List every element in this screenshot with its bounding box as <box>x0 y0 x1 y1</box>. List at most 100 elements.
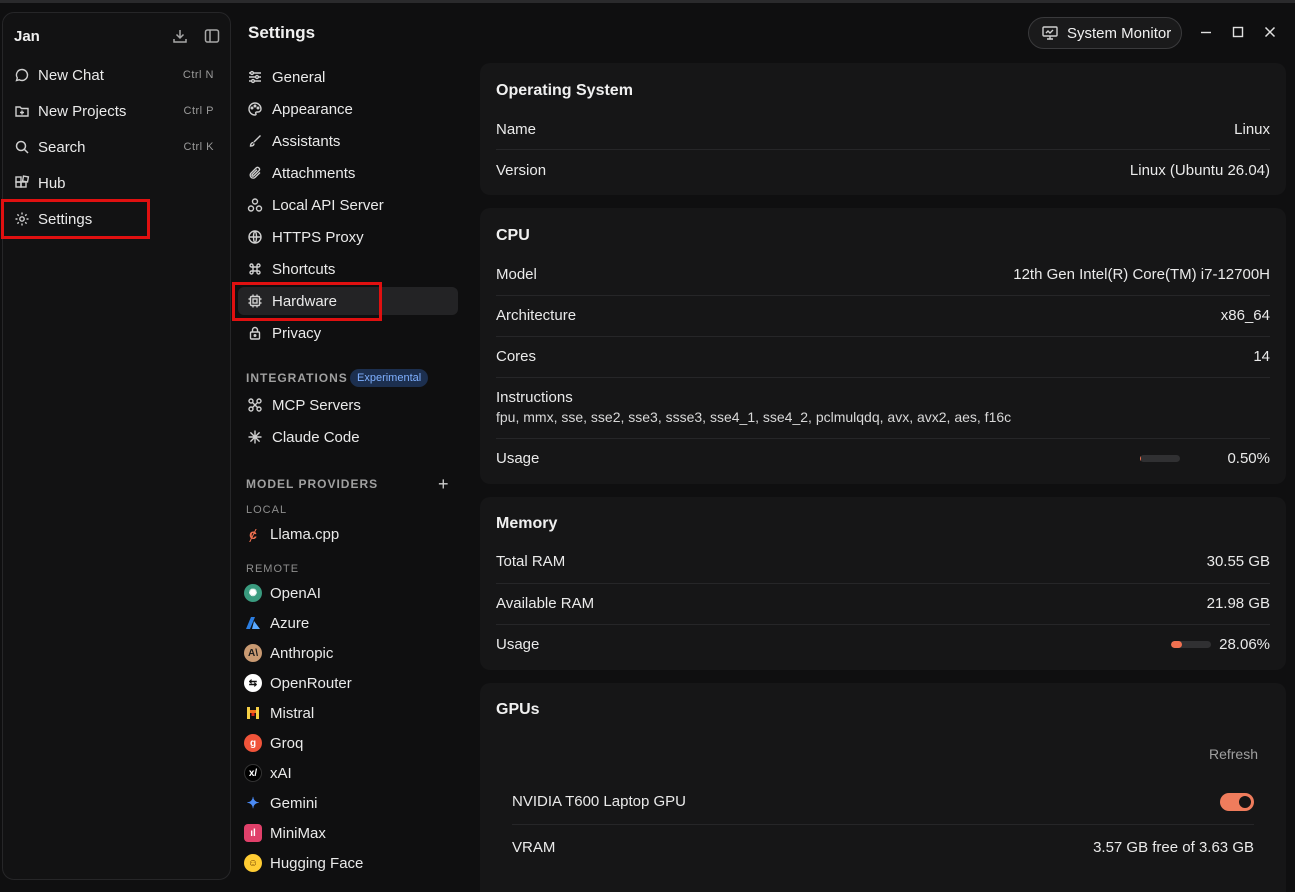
row-value: Linux (Ubuntu 26.04) <box>1129 162 1270 179</box>
cpu-usage-row: Usage 0.50% <box>496 439 1270 480</box>
sidebar-item-new-chat[interactable]: New Chat Ctrl N <box>3 58 232 92</box>
settings-nav-https-proxy[interactable]: HTTPS Proxy <box>238 223 458 251</box>
settings-nav-label: Hardware <box>272 292 338 310</box>
search-icon <box>14 139 30 155</box>
sidebar-item-settings[interactable]: Settings <box>3 202 232 236</box>
instructions-list: fpu, mmx, sse, sse2, sse3, ssse3, sse4_1… <box>496 409 1012 425</box>
provider-label: Gemini <box>270 794 318 812</box>
settings-title: Settings <box>248 23 316 42</box>
sidebar-item-search[interactable]: Search Ctrl K <box>3 130 232 164</box>
sidebar-item-hub[interactable]: Hub <box>3 166 232 200</box>
remote-heading: REMOTE <box>246 563 300 575</box>
huggingface-icon: ☺ <box>244 854 262 872</box>
cpu-model-row: Model 12th Gen Intel(R) Core(TM) i7-1270… <box>496 256 1270 296</box>
app-name: Jan <box>14 28 40 45</box>
provider-gemini[interactable]: ✦ Gemini <box>244 791 318 815</box>
settings-nav-privacy[interactable]: Privacy <box>238 319 458 347</box>
refresh-button[interactable]: Refresh <box>1209 746 1258 762</box>
model-providers-heading: MODEL PROVIDERS <box>246 477 379 491</box>
settings-nav-label: HTTPS Proxy <box>272 228 364 246</box>
openrouter-icon: ⇆ <box>244 674 262 692</box>
provider-groq[interactable]: g Groq <box>244 731 303 755</box>
provider-huggingface[interactable]: ☺ Hugging Face <box>244 851 363 875</box>
settings-nav-hardware[interactable]: Hardware <box>238 287 458 315</box>
provider-llamacpp[interactable]: ȼ Llama.cpp <box>244 522 339 546</box>
cpu-usage-bar <box>1140 455 1180 462</box>
groq-icon: g <box>244 734 262 752</box>
row-label: Available RAM <box>496 595 595 612</box>
gpu-enable-toggle[interactable] <box>1220 793 1254 811</box>
left-sidebar: Jan New Chat Ctrl N New Projects Ctrl P … <box>2 12 231 880</box>
xai-icon: x/ <box>244 764 262 782</box>
row-value: 3.57 GB free of 3.63 GB <box>1093 839 1254 856</box>
row-label: Usage <box>496 450 540 467</box>
provider-xai[interactable]: x/ xAI <box>244 761 292 785</box>
memory-usage-fill <box>1171 641 1183 648</box>
maximize-icon[interactable] <box>1230 24 1246 40</box>
card-title: GPUs <box>496 701 540 718</box>
settings-nav-label: Claude Code <box>272 428 360 446</box>
system-monitor-button[interactable]: System Monitor <box>1028 17 1182 49</box>
os-name-row: Name Linux <box>496 111 1270 150</box>
row-value: 30.55 GB <box>1206 553 1270 570</box>
window-top-edge <box>0 0 1295 3</box>
memory-usage-bar <box>1171 641 1211 648</box>
card-title: CPU <box>496 227 530 244</box>
memory-total-row: Total RAM 30.55 GB <box>496 543 1270 584</box>
chat-bubble-icon <box>14 67 30 83</box>
settings-nav-claude-code[interactable]: Claude Code <box>238 423 458 451</box>
folder-plus-icon <box>14 103 30 119</box>
settings-nav-local-api-server[interactable]: Local API Server <box>238 191 458 219</box>
settings-nav-mcp-servers[interactable]: MCP Servers <box>238 391 458 419</box>
close-icon[interactable] <box>1262 24 1278 40</box>
provider-minimax[interactable]: ıl MiniMax <box>244 821 326 845</box>
sidebar-item-label: New Chat <box>38 66 104 84</box>
anthropic-icon: A\ <box>244 644 262 662</box>
settings-nav-attachments[interactable]: Attachments <box>238 159 458 187</box>
provider-openrouter[interactable]: ⇆ OpenRouter <box>244 671 352 695</box>
settings-nav-label: Shortcuts <box>272 260 336 278</box>
vram-row: VRAM 3.57 GB free of 3.63 GB <box>512 825 1254 869</box>
gpu-row: NVIDIA T600 Laptop GPU <box>512 781 1254 825</box>
cpu-cores-row: Cores 14 <box>496 337 1270 378</box>
row-label: Version <box>496 162 547 179</box>
paperclip-icon <box>247 165 263 181</box>
provider-anthropic[interactable]: A\ Anthropic <box>244 641 333 665</box>
provider-openai[interactable]: ✺ OpenAI <box>244 581 321 605</box>
command-icon <box>247 261 263 277</box>
sidebar-item-label: New Projects <box>38 102 127 120</box>
gemini-icon: ✦ <box>246 795 260 812</box>
cpu-chip-icon <box>247 293 263 309</box>
mistral-icon <box>244 704 262 722</box>
settings-nav-label: MCP Servers <box>272 396 361 414</box>
minimize-icon[interactable] <box>1198 24 1214 40</box>
row-value: 28.06% <box>1219 636 1270 653</box>
provider-label: Groq <box>270 734 304 752</box>
download-icon[interactable] <box>171 27 189 45</box>
shortcut-hint: Ctrl P <box>183 105 214 117</box>
settings-nav-general[interactable]: General <box>238 63 458 91</box>
provider-azure[interactable]: Azure <box>244 611 309 635</box>
settings-nav-label: General <box>272 68 326 86</box>
gear-icon <box>14 211 30 227</box>
cpu-architecture-row: Architecture x86_64 <box>496 296 1270 337</box>
toggle-knob <box>1239 796 1251 808</box>
provider-label: Hugging Face <box>270 854 364 872</box>
row-label: Cores <box>496 348 537 365</box>
settings-nav-assistants[interactable]: Assistants <box>238 127 458 155</box>
memory-card: Memory Total RAM 30.55 GB Available RAM … <box>480 497 1286 670</box>
settings-nav-label: Local API Server <box>272 196 384 214</box>
sidebar-item-label: Search <box>38 138 86 156</box>
provider-mistral[interactable]: Mistral <box>244 701 314 725</box>
settings-nav-appearance[interactable]: Appearance <box>238 95 458 123</box>
row-value: 12th Gen Intel(R) Core(TM) i7-12700H <box>1013 266 1270 283</box>
sidebar-toggle-icon[interactable] <box>203 27 221 45</box>
sidebar-item-new-projects[interactable]: New Projects Ctrl P <box>3 94 232 128</box>
lock-icon <box>247 325 263 341</box>
minimax-icon: ıl <box>244 824 262 842</box>
settings-nav-shortcuts[interactable]: Shortcuts <box>238 255 458 283</box>
row-label: Total RAM <box>496 553 566 570</box>
provider-label: OpenAI <box>270 584 321 602</box>
cpu-card: CPU Model 12th Gen Intel(R) Core(TM) i7-… <box>480 208 1286 484</box>
add-provider-icon[interactable]: + <box>438 474 449 495</box>
